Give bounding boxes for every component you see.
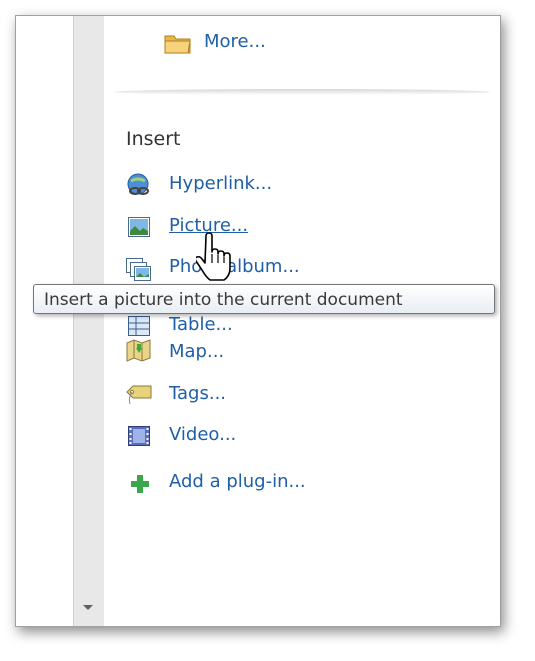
add-plugin-link[interactable]: Add a plug-in... [169, 471, 306, 492]
insert-section-title: Insert [126, 128, 181, 150]
more-link[interactable]: More... [204, 31, 266, 52]
video-link[interactable]: Video... [169, 424, 236, 445]
section-divider [114, 89, 490, 95]
insert-panel: More... Insert Hyperlink... Picture... P… [104, 16, 500, 626]
vertical-scrollbar[interactable] [73, 16, 105, 626]
hyperlink-icon [127, 173, 149, 195]
hand-cursor-icon [196, 232, 231, 281]
hyperlink-link[interactable]: Hyperlink... [169, 173, 272, 194]
left-edge [16, 16, 73, 626]
picture-icon [128, 217, 150, 237]
tooltip: Insert a picture into the current docume… [33, 284, 495, 314]
sidebar-window: More... Insert Hyperlink... Picture... P… [15, 15, 501, 627]
table-icon [128, 316, 150, 336]
tooltip-text: Insert a picture into the current docume… [44, 290, 403, 310]
folder-icon [164, 35, 191, 54]
scroll-down-arrow-icon[interactable] [83, 605, 93, 610]
tags-icon [126, 385, 152, 405]
map-link[interactable]: Map... [169, 341, 224, 362]
tags-link[interactable]: Tags... [169, 383, 226, 404]
video-icon [128, 426, 150, 446]
plus-icon [131, 475, 149, 493]
table-link[interactable]: Table... [169, 314, 233, 335]
map-icon [126, 339, 151, 362]
photo-album-icon [126, 258, 151, 281]
